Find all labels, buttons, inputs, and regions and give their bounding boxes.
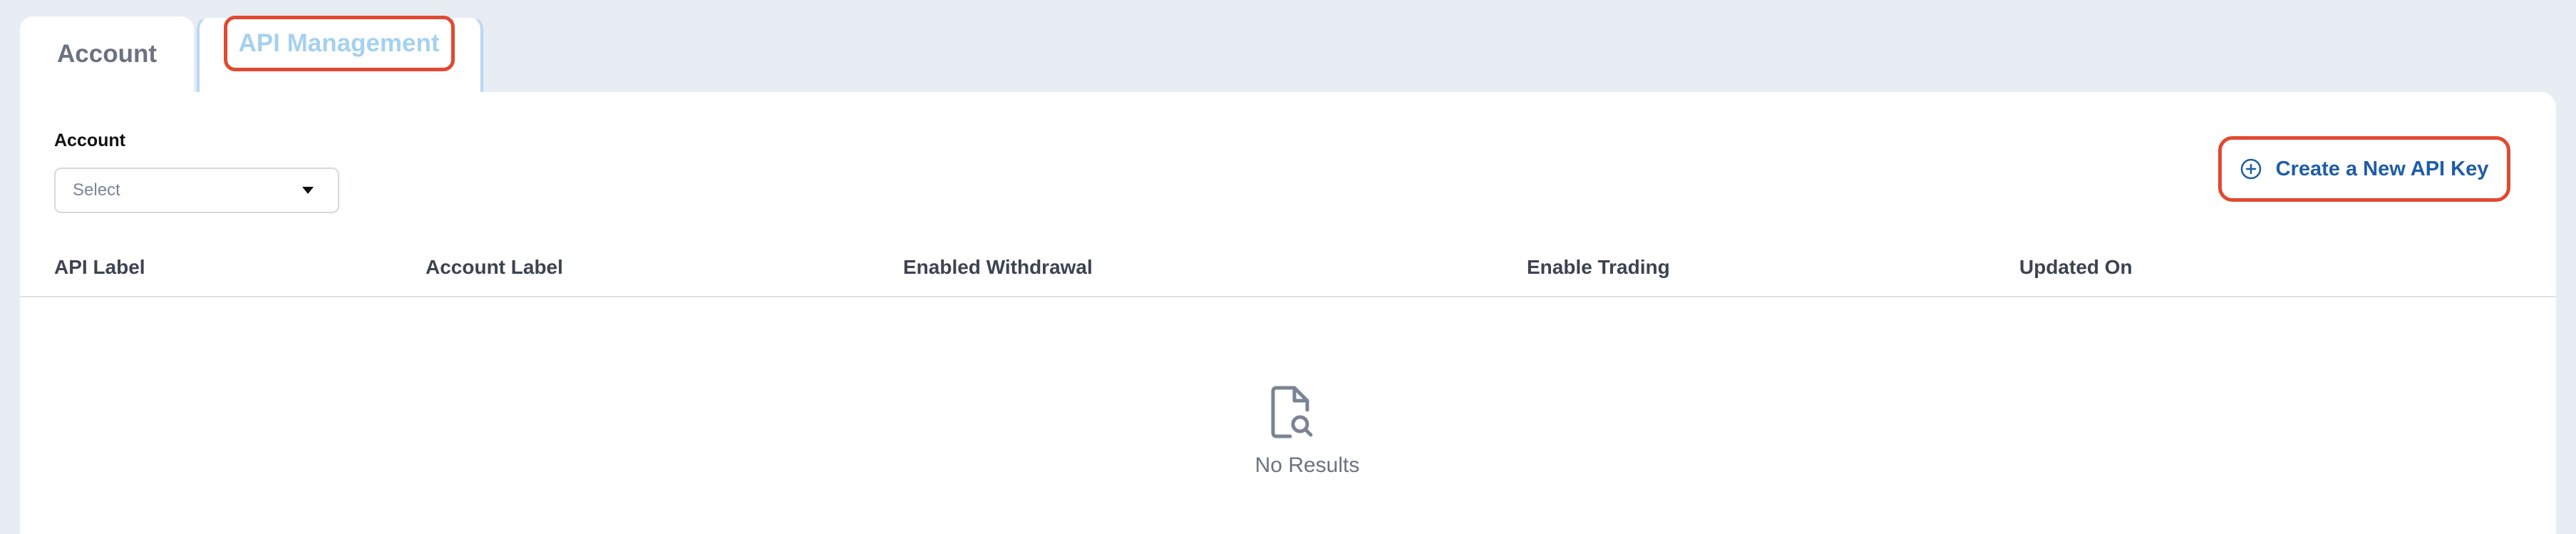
document-search-icon (1271, 386, 1313, 438)
create-api-key-label: Create a New API Key (2275, 157, 2489, 180)
account-filter-label: Account (54, 130, 125, 150)
tab-account[interactable]: Account (20, 16, 194, 92)
tab-bar: Account API Management (20, 16, 483, 92)
caret-down-icon (302, 187, 314, 194)
column-header-api-label: API Label (54, 256, 145, 278)
plus-circle-icon (2240, 158, 2261, 180)
tab-account-label: Account (57, 40, 157, 68)
account-select[interactable]: Select (54, 168, 339, 213)
column-header-enabled-withdrawal: Enabled Withdrawal (903, 256, 1093, 278)
tab-api-management[interactable]: API Management (197, 16, 483, 92)
account-select-value: Select (73, 180, 120, 200)
column-header-enable-trading: Enable Trading (1527, 256, 1670, 278)
tab-api-management-label: API Management (223, 16, 455, 71)
empty-state-message: No Results (1254, 453, 1360, 477)
column-header-updated-on: Updated On (2019, 256, 2133, 278)
api-management-panel: Account Select Create a New API Key API … (20, 92, 2556, 534)
column-header-account-label: Account Label (426, 256, 563, 278)
table-header: API Label Account Label Enabled Withdraw… (20, 256, 2556, 297)
create-api-key-button[interactable]: Create a New API Key (2218, 136, 2510, 202)
